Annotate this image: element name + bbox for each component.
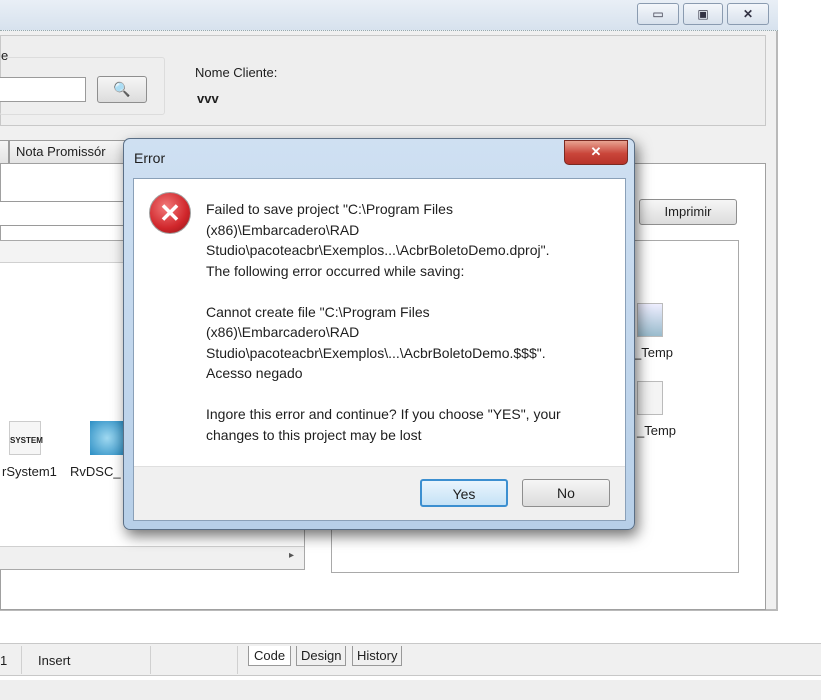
data-flow-icon[interactable]: [637, 381, 663, 415]
no-button[interactable]: No: [522, 479, 610, 507]
error-dialog: Error ✕ ✕ Failed to save project "C:\Pro…: [123, 138, 635, 530]
rvdatasetconnection-icon[interactable]: [90, 421, 124, 455]
dialog-body: ✕ Failed to save project "C:\Program Fil…: [133, 178, 626, 521]
component-label: rSystem1: [2, 464, 57, 479]
insert-mode: Insert: [38, 653, 71, 668]
message-line: changes to this project may be lost: [206, 426, 422, 443]
message-line: Acesso negado: [206, 365, 303, 381]
imprimir-button[interactable]: Imprimir: [639, 199, 737, 225]
search-input[interactable]: [0, 77, 86, 102]
report-icon[interactable]: [637, 303, 663, 337]
tab-previous[interactable]: [0, 140, 9, 164]
component-label: _Temp: [637, 423, 677, 438]
message-line: Studio\pacoteacbr\Exemplos\...\AcbrBolet…: [206, 344, 546, 361]
dialog-title: Error: [134, 150, 166, 166]
search-icon: 🔍: [113, 81, 131, 97]
close-icon: ✕: [590, 144, 602, 159]
maximize-button[interactable]: ▣: [683, 3, 723, 25]
cliente-label: Nome Cliente:: [195, 65, 278, 80]
dialog-close-button[interactable]: ✕: [564, 140, 628, 165]
status-bar: 1 Insert Code Design History: [0, 643, 821, 676]
message-line: (x86)\Embarcadero\RAD: [206, 221, 360, 238]
message-line: Cannot create file "C:\Program Files: [206, 303, 430, 320]
message-line: Studio\pacoteacbr\Exemplos...\AcbrBoleto…: [206, 242, 550, 258]
message-line: (x86)\Embarcadero\RAD: [206, 324, 360, 340]
message-line: Failed to save project "C:\Program Files: [206, 201, 453, 217]
tab-code[interactable]: Code: [248, 646, 292, 666]
component-label: _Temp: [634, 345, 674, 360]
cliente-value: vvv: [197, 91, 219, 106]
top-panel: e 🔍 Nome Cliente: vvv: [0, 35, 766, 126]
tab-design[interactable]: Design: [296, 646, 347, 666]
yes-button[interactable]: Yes: [420, 479, 508, 507]
minimize-button[interactable]: ▭: [637, 3, 679, 25]
error-icon: ✕: [149, 192, 191, 234]
group-label: e: [1, 48, 9, 63]
scroll-right-icon[interactable]: ▸: [289, 550, 294, 561]
search-button[interactable]: 🔍: [97, 76, 147, 103]
window-titlebar: ▭ ▣ ✕: [0, 0, 778, 31]
line-number: 1: [0, 653, 8, 668]
message-line: The following error occurred while savin…: [206, 262, 465, 279]
tab-nota-promissoria[interactable]: Nota Promissór: [9, 140, 125, 164]
rvsystem-icon[interactable]: SYSTEM: [9, 421, 43, 455]
text-field[interactable]: [0, 201, 139, 226]
horizontal-scrollbar[interactable]: ▸: [0, 546, 304, 569]
bottom-bar: [0, 680, 821, 700]
message-line: Ingore this error and continue? If you c…: [206, 406, 561, 422]
component-label: RvDSC_: [70, 464, 121, 479]
close-window-button[interactable]: ✕: [727, 3, 769, 25]
tab-history[interactable]: History: [352, 646, 403, 666]
dialog-footer: Yes No: [134, 466, 625, 520]
